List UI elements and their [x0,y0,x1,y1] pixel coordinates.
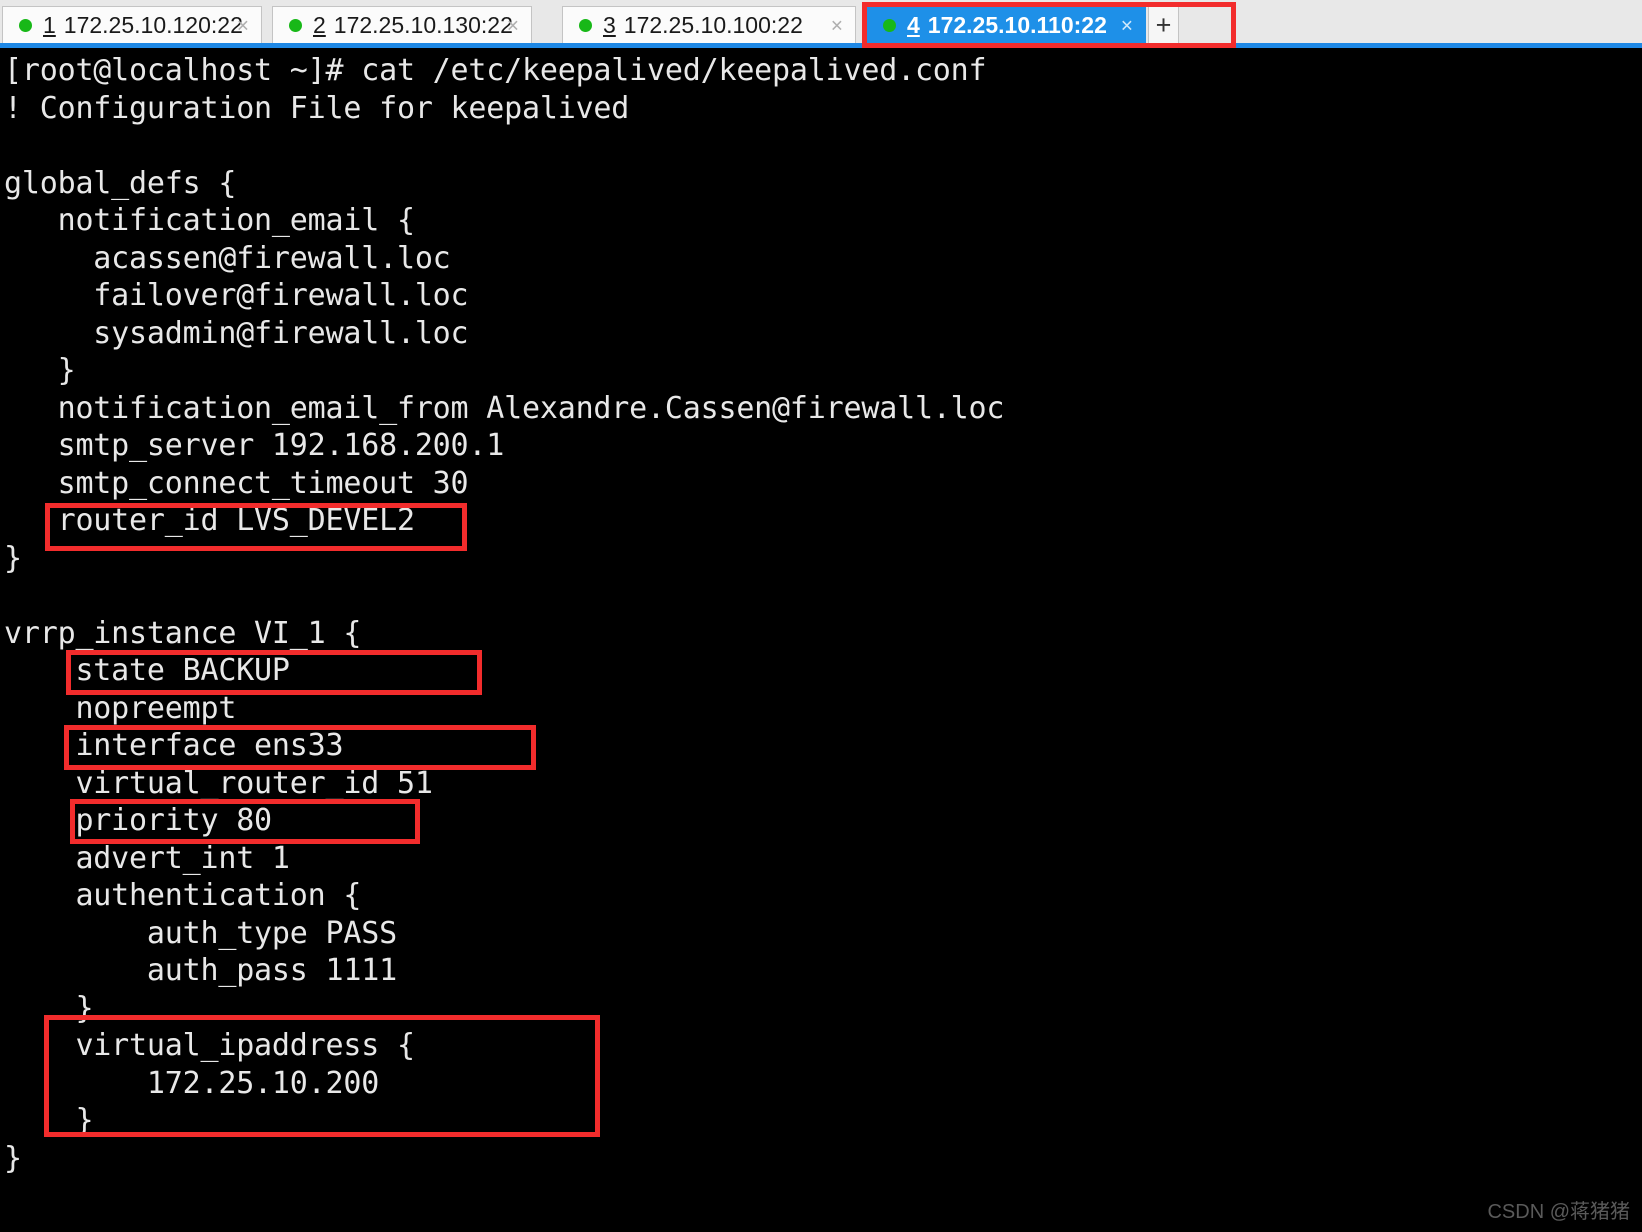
green-dot-icon [289,19,302,32]
green-dot-icon [19,19,32,32]
close-icon[interactable]: × [1121,15,1133,36]
watermark: CSDN @蒋猪猪 [1487,1201,1630,1223]
tab-label: 172.25.10.110:22 [927,12,1107,38]
terminal-output-area[interactable]: [root@localhost ~]# cat /etc/keepalived/… [0,48,1642,1232]
close-icon[interactable]: × [831,15,843,36]
tab-label: 172.25.10.120:22 [63,12,243,38]
tab-number: 3 [603,12,616,38]
terminal-text: [root@localhost ~]# cat /etc/keepalived/… [4,53,1005,1176]
close-icon[interactable]: × [237,15,249,36]
tab-4[interactable]: 4 172.25.10.110:22 × [866,6,1146,44]
tab-number: 1 [43,12,56,38]
tab-3[interactable]: 3 172.25.10.100:22 × [562,6,856,44]
tab-2[interactable]: 2 172.25.10.130:22 × [272,6,532,44]
green-dot-icon [579,19,592,32]
close-icon[interactable]: × [507,15,519,36]
tab-label: 172.25.10.100:22 [623,12,803,38]
terminal-tab-bar: 1 172.25.10.120:22 × 2 172.25.10.130:22 … [0,0,1642,48]
green-dot-icon [883,19,896,32]
tab-label: 172.25.10.130:22 [333,12,513,38]
tab-number: 2 [313,12,326,38]
tab-1[interactable]: 1 172.25.10.120:22 × [2,6,262,44]
new-tab-button[interactable]: + [1148,6,1179,44]
tab-number: 4 [907,12,920,38]
